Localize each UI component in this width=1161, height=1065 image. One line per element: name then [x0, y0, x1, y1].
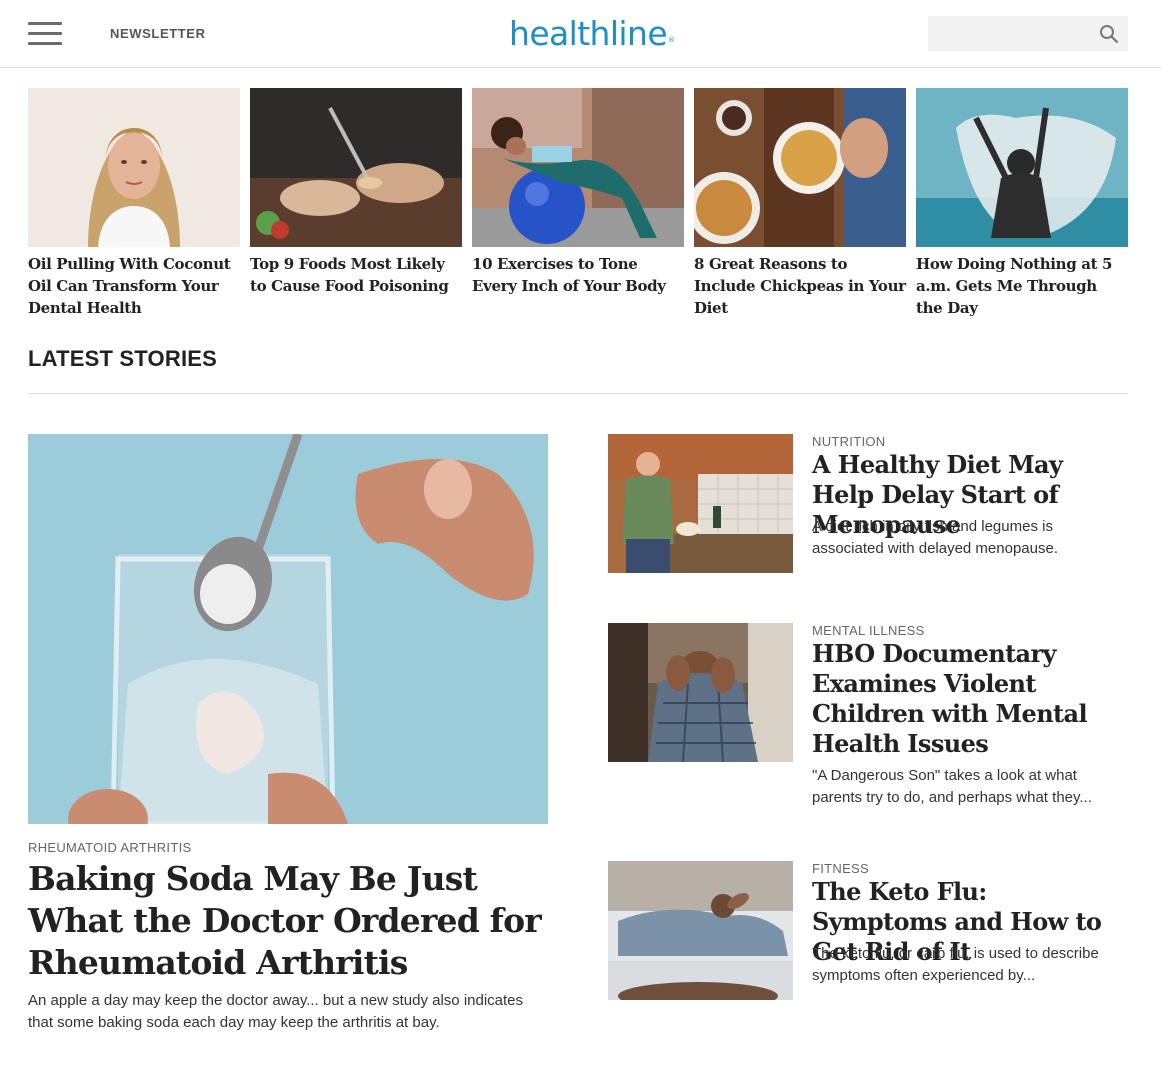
top-story-card[interactable]: Oil Pulling With Coconut Oil Can Transfo… — [28, 88, 240, 319]
feature-title[interactable]: Baking Soda May Be Just What the Doctor … — [28, 858, 558, 984]
story-title[interactable]: 10 Exercises to Tone Every Inch of Your … — [472, 253, 684, 297]
story-description: A diet rich in oily fish and legumes is … — [812, 518, 1058, 557]
story-title[interactable]: How Doing Nothing at 5 a.m. Gets Me Thro… — [916, 253, 1128, 319]
side-story[interactable]: MENTAL ILLNESS HBO Documentary Examines … — [608, 623, 1128, 823]
top-story-card[interactable]: Top 9 Foods Most Likely to Cause Food Po… — [250, 88, 462, 297]
top-stories-row: Oil Pulling With Coconut Oil Can Transfo… — [28, 88, 1128, 318]
story-title[interactable]: HBO Documentary Examines Violent Childre… — [812, 639, 1128, 759]
newsletter-link[interactable]: NEWSLETTER — [110, 26, 206, 41]
story-title[interactable]: Top 9 Foods Most Likely to Cause Food Po… — [250, 253, 462, 297]
story-category[interactable]: FITNESS — [812, 861, 869, 876]
story-thumbnail[interactable] — [608, 623, 793, 762]
side-story[interactable]: FITNESS The Keto Flu: Symptoms and How t… — [608, 861, 1128, 1021]
search-box — [928, 16, 1128, 51]
site-header: NEWSLETTER healthline® — [0, 0, 1161, 68]
search-icon[interactable] — [1099, 24, 1119, 44]
story-category[interactable]: MENTAL ILLNESS — [812, 623, 925, 638]
logo-registered-mark: ® — [668, 36, 675, 44]
feature-image[interactable] — [28, 434, 548, 824]
story-thumbnail[interactable] — [608, 861, 793, 1000]
story-category[interactable]: NUTRITION — [812, 434, 885, 449]
story-thumbnail[interactable] — [916, 88, 1128, 247]
side-story[interactable]: NUTRITION A Healthy Diet May Help Delay … — [608, 434, 1128, 594]
story-thumbnail[interactable] — [250, 88, 462, 247]
top-story-card[interactable]: 10 Exercises to Tone Every Inch of Your … — [472, 88, 684, 297]
logo-text: healthline — [509, 14, 668, 53]
top-story-card[interactable]: How Doing Nothing at 5 a.m. Gets Me Thro… — [916, 88, 1128, 319]
feature-category[interactable]: RHEUMATOID ARTHRITIS — [28, 840, 191, 855]
section-heading: LATEST STORIES — [28, 346, 218, 371]
story-thumbnail[interactable] — [694, 88, 906, 247]
top-story-card[interactable]: 8 Great Reasons to Include Chickpeas in … — [694, 88, 906, 319]
story-thumbnail[interactable] — [472, 88, 684, 247]
menu-icon[interactable] — [28, 20, 62, 46]
story-thumbnail[interactable] — [28, 88, 240, 247]
story-thumbnail[interactable] — [608, 434, 793, 573]
section-divider — [28, 393, 1128, 394]
healthline-logo[interactable]: healthline® — [509, 12, 675, 56]
story-title[interactable]: Oil Pulling With Coconut Oil Can Transfo… — [28, 253, 240, 319]
feature-description: An apple a day may keep the doctor away.… — [28, 992, 524, 1031]
story-description: "A Dangerous Son" takes a look at what p… — [812, 767, 1092, 806]
story-description: The keto flu, or carb flu, is used to de… — [812, 945, 1099, 984]
story-title[interactable]: 8 Great Reasons to Include Chickpeas in … — [694, 253, 906, 319]
search-input[interactable] — [928, 16, 1093, 51]
